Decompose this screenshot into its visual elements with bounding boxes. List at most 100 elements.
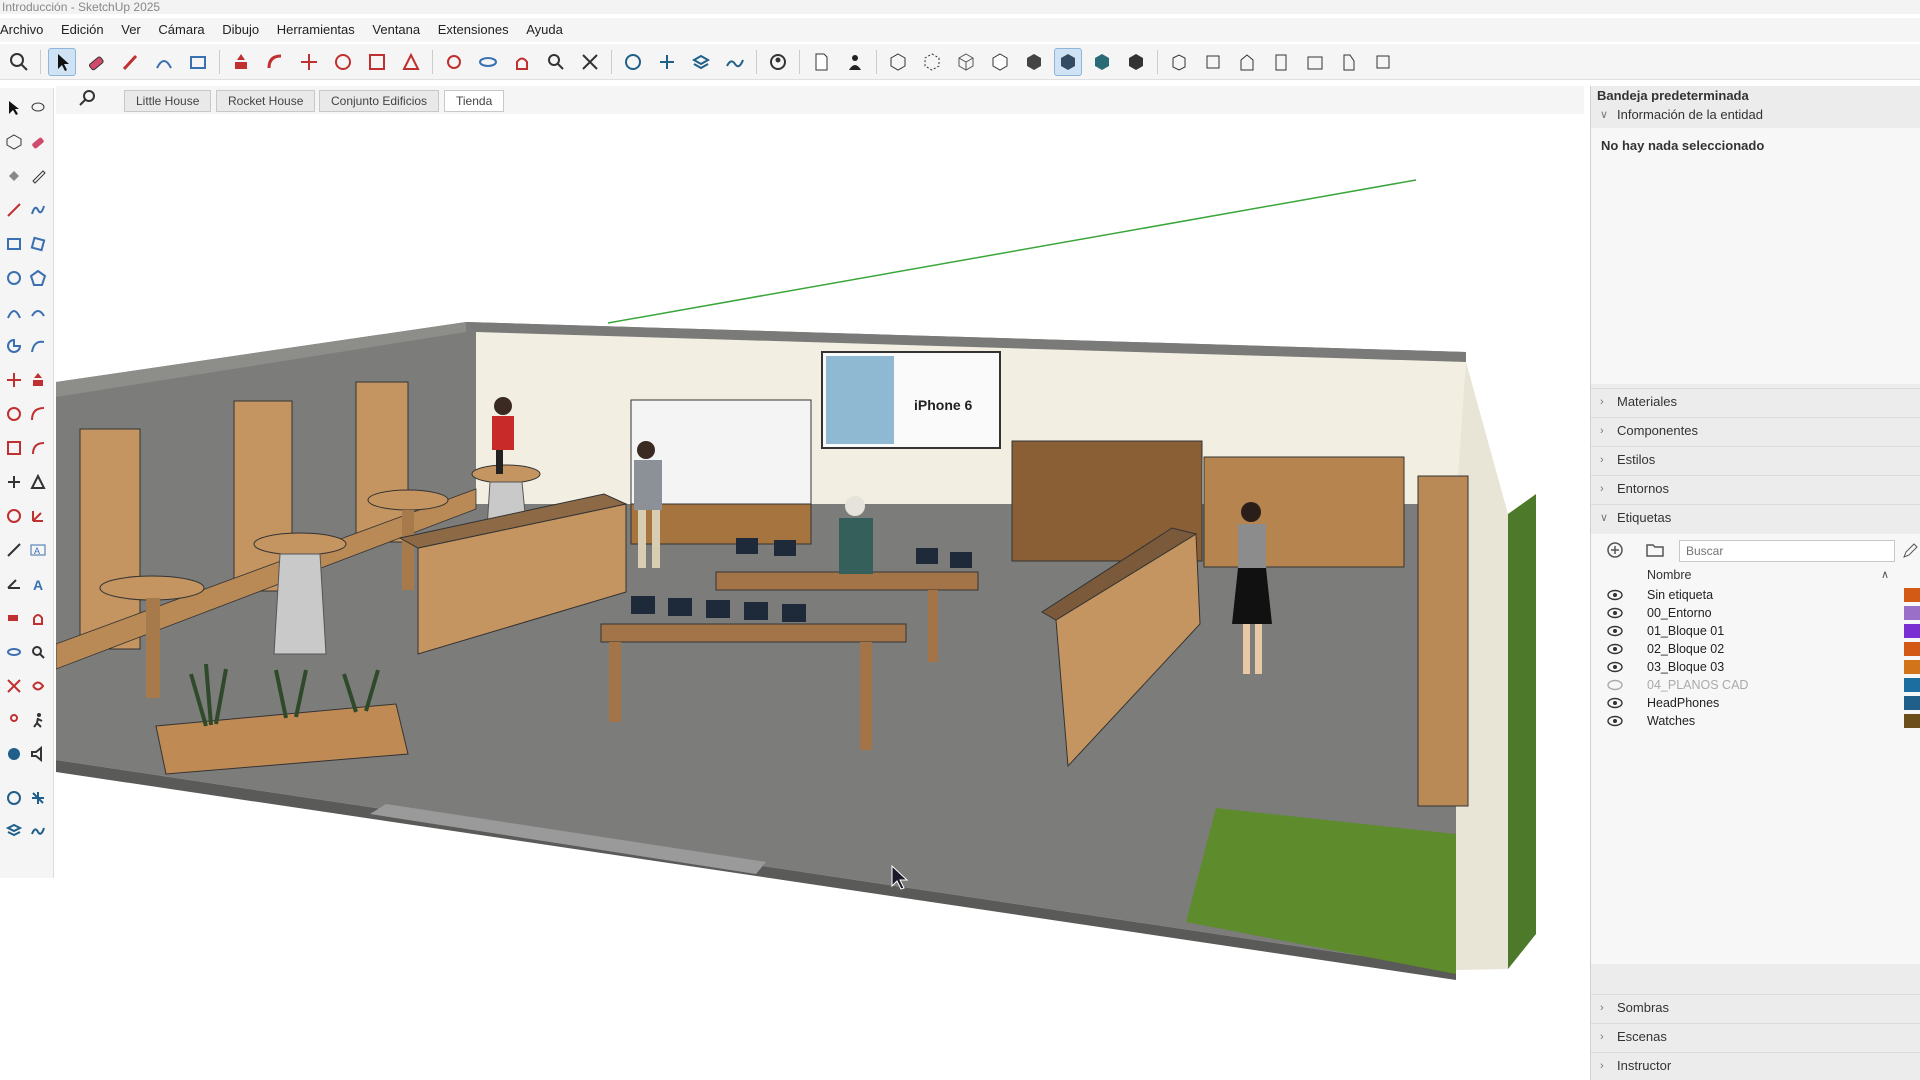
hidden-line-style-icon[interactable] (986, 48, 1014, 76)
speaker-icon[interactable] (26, 742, 50, 766)
look-around-icon[interactable] (2, 742, 26, 766)
offset-icon[interactable] (26, 436, 50, 460)
rotated-rectangle-icon[interactable] (26, 232, 50, 256)
search-icon[interactable] (5, 48, 33, 76)
walk-icon[interactable] (26, 708, 50, 732)
tag-edit-icon[interactable] (1901, 542, 1919, 560)
scene-tab-tienda[interactable]: Tienda (444, 90, 505, 112)
tape-measure-icon[interactable] (440, 48, 468, 76)
orbit-icon[interactable] (474, 48, 502, 76)
rectangle-icon[interactable] (184, 48, 212, 76)
eraser-icon[interactable] (26, 130, 50, 154)
eraser-icon[interactable] (82, 48, 110, 76)
rectangle-icon[interactable] (2, 232, 26, 256)
tag-color-swatch[interactable] (1904, 678, 1920, 692)
menu-camara[interactable]: Cámara (151, 18, 211, 42)
two-point-arc-icon[interactable] (26, 300, 50, 324)
three-point-arc-icon[interactable] (26, 334, 50, 358)
tag-color-swatch[interactable] (1904, 588, 1920, 602)
model-viewport[interactable]: iPhone 6 (56, 114, 1584, 1080)
position-camera-icon[interactable] (2, 708, 26, 732)
back-view-icon[interactable] (1301, 48, 1329, 76)
tag-color-swatch[interactable] (1904, 624, 1920, 638)
layers-icon[interactable] (2, 818, 26, 842)
3d-text-icon[interactable]: A (26, 572, 50, 596)
monochrome-style-icon[interactable] (1088, 48, 1116, 76)
tag-row[interactable]: 01_Bloque 01 (1591, 622, 1920, 640)
tag-row[interactable]: Sin etiqueta (1591, 586, 1920, 604)
tag-row[interactable]: Watches (1591, 712, 1920, 730)
panel-entornos[interactable]: › Entornos (1591, 475, 1920, 501)
select-icon[interactable] (2, 96, 26, 120)
scale-icon[interactable] (2, 436, 26, 460)
polygon-icon[interactable] (26, 266, 50, 290)
select-tool-icon[interactable] (48, 47, 76, 76)
zoom-icon[interactable] (26, 640, 50, 664)
tag-color-swatch[interactable] (1904, 696, 1920, 710)
eye-icon[interactable] (1607, 715, 1623, 727)
user-icon[interactable] (841, 48, 869, 76)
rotate-icon[interactable] (2, 402, 26, 426)
sandbox-icon[interactable] (721, 48, 749, 76)
move-icon[interactable] (2, 368, 26, 392)
follow-me-icon[interactable] (26, 402, 50, 426)
search-icon[interactable] (78, 88, 102, 112)
extension-icon[interactable] (653, 48, 681, 76)
shaded-textures-style-icon[interactable] (1054, 47, 1082, 76)
warehouse-icon[interactable] (2, 786, 26, 810)
warehouse-icon[interactable] (619, 48, 647, 76)
orbit-icon[interactable] (2, 640, 26, 664)
panel-componentes[interactable]: › Componentes (1591, 417, 1920, 443)
extension-warehouse-icon[interactable] (26, 786, 50, 810)
eye-icon[interactable] (1607, 589, 1623, 601)
add-tag-icon[interactable] (1605, 540, 1629, 564)
scene-tab-conjunto-edificios[interactable]: Conjunto Edificios (319, 90, 440, 112)
follow-me-icon[interactable] (261, 48, 289, 76)
rotate-icon[interactable] (329, 48, 357, 76)
arc-icon[interactable] (2, 300, 26, 324)
make-component-icon[interactable] (2, 130, 26, 154)
tag-color-swatch[interactable] (1904, 714, 1920, 728)
account-icon[interactable] (764, 48, 792, 76)
menu-extensiones[interactable]: Extensiones (431, 18, 516, 42)
tag-row[interactable]: 04_PLANOS CAD (1591, 676, 1920, 694)
tag-row[interactable]: 03_Bloque 03 (1591, 658, 1920, 676)
menu-edicion[interactable]: Edición (54, 18, 111, 42)
circle-icon[interactable] (2, 266, 26, 290)
wireframe-style-icon[interactable] (952, 48, 980, 76)
eye-icon[interactable] (1607, 625, 1623, 637)
scene-tab-rocket-house[interactable]: Rocket House (216, 90, 316, 112)
tag-row[interactable]: HeadPhones (1591, 694, 1920, 712)
dimension-icon[interactable] (2, 538, 26, 562)
move-icon[interactable] (295, 48, 323, 76)
left-view-icon[interactable] (1335, 48, 1363, 76)
paint-bucket-icon[interactable] (2, 164, 26, 188)
shaded-style-icon[interactable] (1020, 48, 1048, 76)
zoom-window-icon[interactable] (2, 674, 26, 698)
tags-search-input[interactable] (1679, 540, 1895, 562)
front-view-icon[interactable] (1233, 48, 1261, 76)
menu-archivo[interactable]: Archivo (0, 18, 50, 42)
top-view-icon[interactable] (1199, 48, 1227, 76)
scene-tab-little-house[interactable]: Little House (124, 90, 212, 112)
iso-view-icon[interactable] (1165, 48, 1193, 76)
previous-view-icon[interactable] (26, 674, 50, 698)
menu-ventana[interactable]: Ventana (365, 18, 427, 42)
eye-icon[interactable] (1607, 661, 1623, 673)
tag-row[interactable]: 00_Entorno (1591, 604, 1920, 622)
sandbox-icon[interactable] (26, 818, 50, 842)
back-edges-style-icon[interactable] (918, 48, 946, 76)
panel-sombras[interactable]: › Sombras (1591, 994, 1920, 1020)
panel-instructor[interactable]: › Instructor (1591, 1052, 1920, 1078)
layers-icon[interactable] (687, 48, 715, 76)
scale-icon[interactable] (363, 48, 391, 76)
zoom-icon[interactable] (542, 48, 570, 76)
pan-icon[interactable] (508, 48, 536, 76)
sort-chevron-icon[interactable]: ∧ (1881, 568, 1889, 581)
xray-style-icon[interactable] (884, 48, 912, 76)
add-tag-folder-icon[interactable] (1645, 540, 1669, 564)
panel-etiquetas[interactable]: ∨ Etiquetas (1591, 504, 1920, 530)
menu-ver[interactable]: Ver (114, 18, 148, 42)
eye-icon[interactable] (1607, 697, 1623, 709)
right-view-icon[interactable] (1267, 48, 1295, 76)
